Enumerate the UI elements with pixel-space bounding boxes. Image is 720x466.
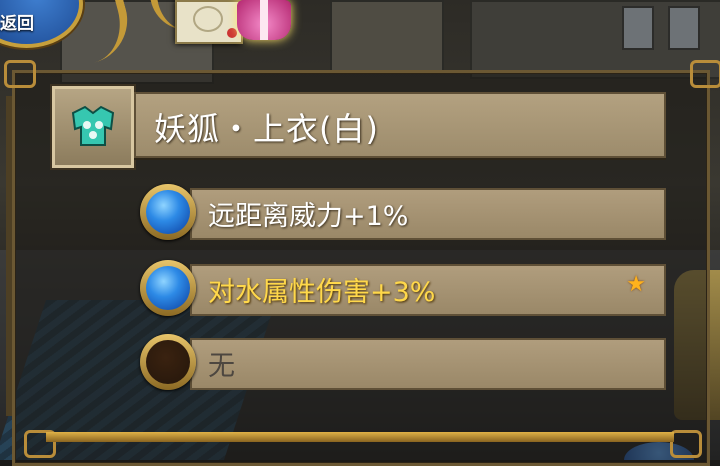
stat-bar — [190, 338, 666, 390]
stat-row[interactable]: 无 — [140, 334, 666, 392]
stat-row[interactable]: 对水属性伤害+3% ★ — [140, 260, 666, 318]
panel-bottom-bar — [46, 432, 674, 442]
background-building — [470, 0, 720, 79]
background-building — [330, 0, 444, 74]
item-icon-slot[interactable] — [52, 86, 134, 168]
mail-face-icon — [193, 6, 223, 32]
stat-text: 无 — [208, 351, 235, 382]
stat-orb — [140, 184, 196, 240]
stat-text: 对水属性伤害+3% — [208, 277, 436, 308]
notification-dot — [227, 28, 237, 38]
building-window — [668, 6, 700, 50]
stat-row[interactable]: 远距离威力+1% — [140, 184, 666, 242]
star-icon: ★ — [626, 272, 646, 297]
item-name-bar: 妖狐・上衣(白) — [134, 92, 666, 158]
empty-slot-icon — [146, 340, 190, 384]
stat-text: 远距离威力+1% — [208, 201, 409, 232]
item-name: 妖狐・上衣(白) — [154, 110, 379, 148]
building-window — [622, 6, 654, 50]
panel-corner-ornament — [686, 56, 720, 88]
gift-icon[interactable] — [237, 0, 291, 40]
back-button-label[interactable]: 返回 — [0, 9, 34, 34]
panel-corner-ornament — [0, 56, 36, 88]
stat-orb — [140, 334, 196, 390]
panel-left-border — [6, 96, 12, 416]
mail-icon[interactable] — [175, 0, 243, 44]
stat-orb — [140, 260, 196, 316]
blue-gem-icon — [146, 266, 190, 310]
armor-icon — [71, 105, 115, 146]
blue-gem-icon — [146, 190, 190, 234]
